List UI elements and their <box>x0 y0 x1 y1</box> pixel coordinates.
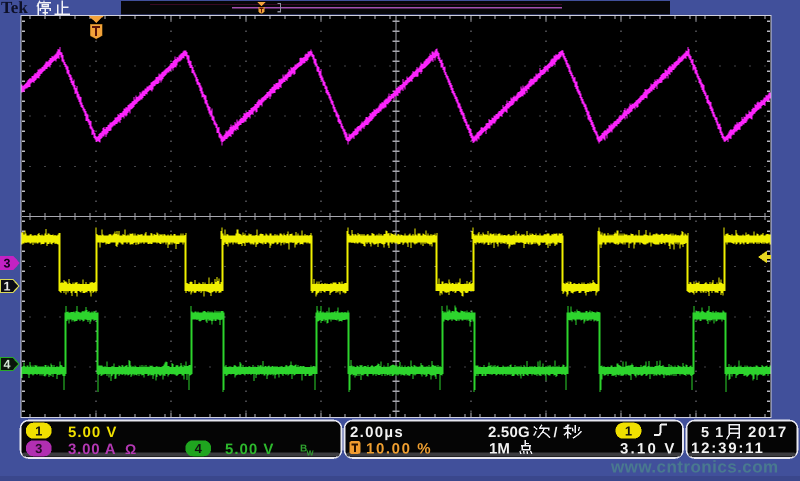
svg-text:3.10 V: 3.10 V <box>620 441 677 458</box>
svg-text:2017: 2017 <box>748 424 788 441</box>
svg-text:4: 4 <box>4 358 11 372</box>
svg-text:3: 3 <box>4 257 11 271</box>
svg-text:5.00 V: 5.00 V <box>68 424 117 441</box>
svg-text:2.00µs: 2.00µs <box>350 424 404 441</box>
svg-text:1: 1 <box>4 280 11 294</box>
svg-text:3: 3 <box>35 441 42 456</box>
svg-text:4: 4 <box>195 441 203 456</box>
svg-text:W: W <box>307 449 315 458</box>
svg-text:5 1: 5 1 <box>701 425 724 441</box>
svg-text:5.00 V: 5.00 V <box>225 441 274 458</box>
svg-text:2.50G: 2.50G <box>488 424 530 441</box>
svg-text:Tek: Tek <box>1 0 28 17</box>
svg-text:12:39:11: 12:39:11 <box>691 440 765 457</box>
svg-text:1M: 1M <box>489 441 510 458</box>
svg-text:3.00 A: 3.00 A <box>68 441 116 458</box>
svg-text:www.cntronics.com: www.cntronics.com <box>610 458 779 477</box>
svg-text:1: 1 <box>625 424 632 439</box>
svg-text:1: 1 <box>35 424 42 439</box>
svg-text:Ω: Ω <box>125 441 136 457</box>
svg-text:/: / <box>554 424 558 440</box>
svg-text:10.00 %: 10.00 % <box>366 441 432 458</box>
